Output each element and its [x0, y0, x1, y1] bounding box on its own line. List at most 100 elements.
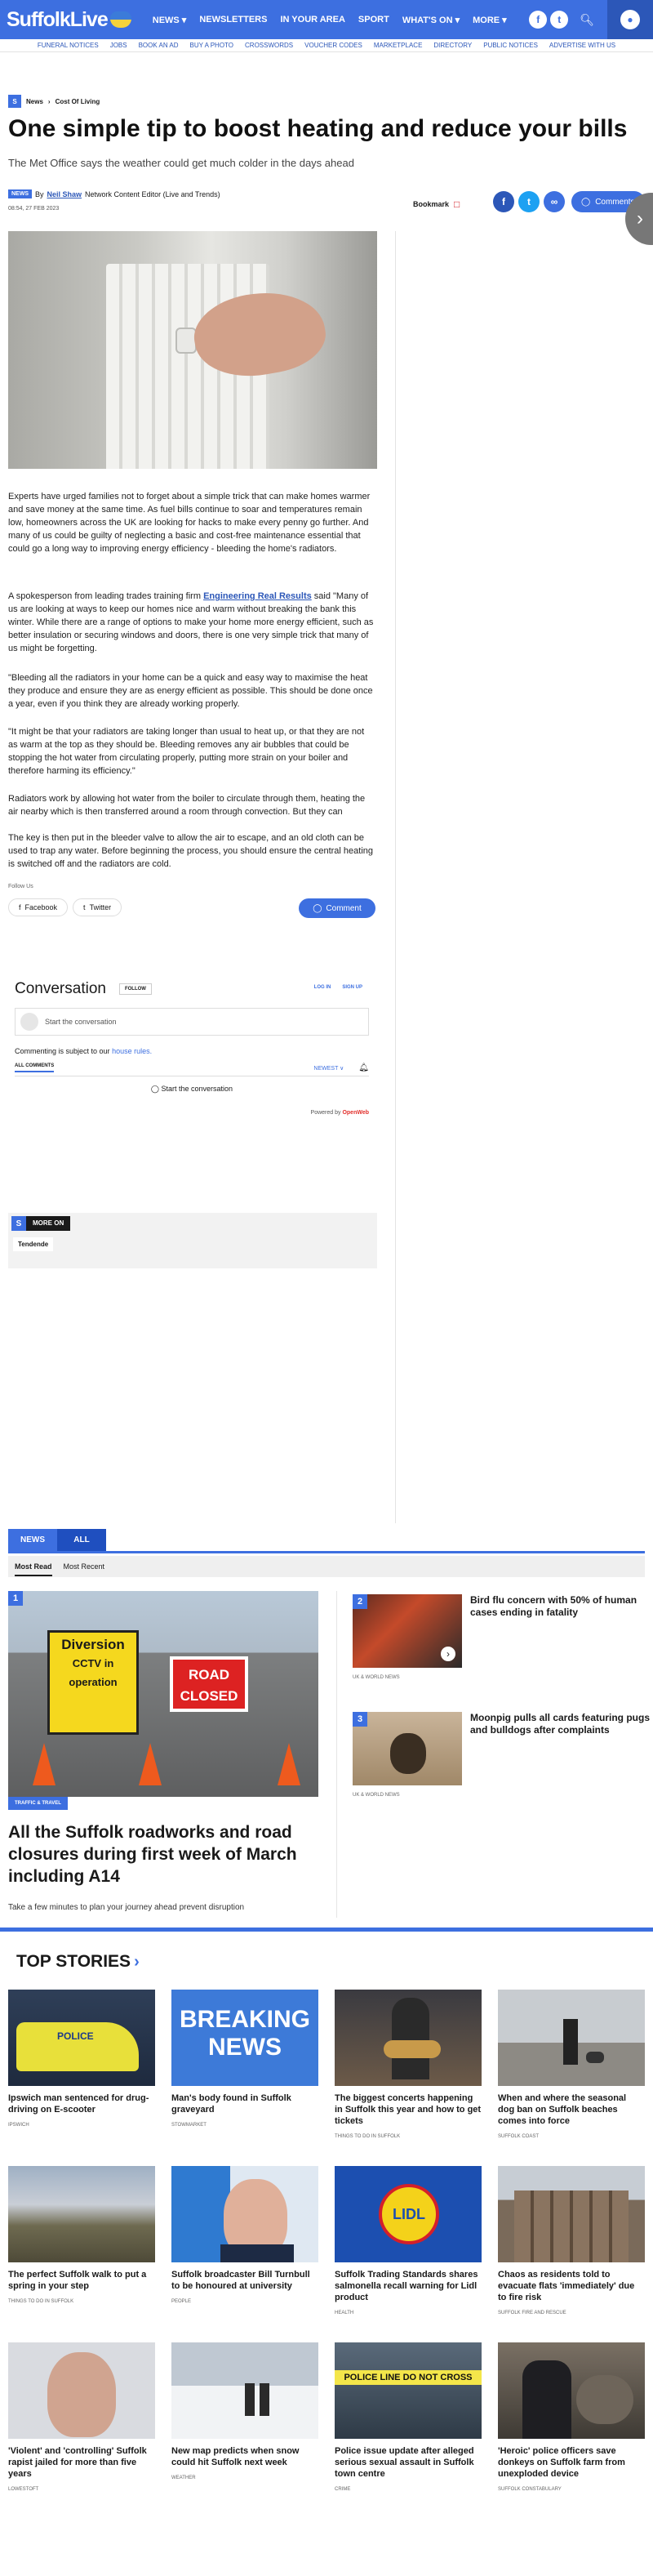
tab-news[interactable]: NEWS [8, 1529, 57, 1551]
story-category[interactable]: THINGS TO DO IN SUFFOLK [8, 2298, 155, 2305]
top-story-card[interactable]: The biggest concerts happening in Suffol… [335, 1990, 482, 2140]
story-category[interactable]: UK & WORLD NEWS [353, 1674, 418, 1681]
story-title[interactable]: The perfect Suffolk walk to put a spring… [8, 2269, 155, 2292]
story-title[interactable]: Bird flu concern with 50% of human cases… [470, 1594, 650, 1619]
nav-in-your-area[interactable]: IN YOUR AREA [273, 15, 351, 25]
account-button[interactable]: ● [607, 0, 653, 39]
story-title[interactable]: Police issue update after alleged seriou… [335, 2445, 482, 2480]
all-comments-tab[interactable]: ALL COMMENTS [15, 1063, 55, 1072]
story-category[interactable]: WEATHER [171, 2475, 318, 2481]
subnav-public-notices[interactable]: PUBLIC NOTICES [483, 39, 538, 51]
subnav-directory[interactable]: DIRECTORY [433, 39, 472, 51]
tab-most-read[interactable]: Most Read [15, 1562, 52, 1576]
news-tag[interactable]: NEWS [8, 189, 32, 198]
subnav-funeral-notices[interactable]: FUNERAL NOTICES [38, 39, 99, 51]
story-title[interactable]: New map predicts when snow could hit Suf… [171, 2445, 318, 2468]
story-category[interactable]: PEOPLE [171, 2298, 318, 2305]
top-story-card[interactable]: 'Heroic' police officers save donkeys on… [498, 2342, 645, 2493]
twitter-icon[interactable]: t [550, 11, 569, 29]
top-story-card[interactable]: BREAKING NEWS Man's body found in Suffol… [171, 1990, 318, 2128]
top-story-card[interactable]: The perfect Suffolk walk to put a spring… [8, 2166, 155, 2305]
story-title[interactable]: 'Violent' and 'controlling' Suffolk rapi… [8, 2445, 155, 2480]
story-category[interactable]: HEALTH [335, 2310, 482, 2316]
comment-button[interactable]: ◯ Comment [299, 898, 375, 918]
story-title[interactable]: Suffolk broadcaster Bill Turnbull to be … [171, 2269, 318, 2292]
facebook-button[interactable]: f Facebook [8, 898, 69, 916]
subnav-crosswords[interactable]: CROSSWORDS [245, 39, 293, 51]
tab-all[interactable]: ALL [57, 1529, 106, 1551]
subnav-jobs[interactable]: JOBS [110, 39, 127, 51]
article-title: One simple tip to boost heating and redu… [8, 115, 628, 142]
share-link-icon[interactable]: ∞ [544, 191, 565, 212]
site-logo[interactable]: SuffolkLive [7, 8, 131, 32]
story-title[interactable]: Chaos as residents told to evacuate flat… [498, 2269, 645, 2303]
facebook-icon[interactable]: f [529, 11, 548, 29]
lead-story-title[interactable]: All the Suffolk roadworks and road closu… [8, 1821, 318, 1887]
top-story-card[interactable]: Chaos as residents told to evacuate flat… [498, 2166, 645, 2316]
story-category[interactable]: SUFFOLK CONSTABULARY [498, 2486, 645, 2493]
top-story-card[interactable]: Suffolk broadcaster Bill Turnbull to be … [171, 2166, 318, 2305]
openweb-logo[interactable]: OpenWeb [342, 1110, 369, 1116]
subnav-book-an-ad[interactable]: BOOK AN AD [139, 39, 179, 51]
subnav-voucher-codes[interactable]: VOUCHER CODES [304, 39, 362, 51]
lead-story-image[interactable]: 1 Diversion CCTV in operation ROAD CLOSED [8, 1591, 318, 1797]
more-on-tag[interactable]: Tendende [13, 1237, 54, 1251]
bell-icon[interactable]: 🔔︎ [358, 1063, 369, 1072]
start-conversation-button[interactable]: ◯ Start the conversation [15, 1085, 369, 1094]
top-story-card[interactable]: When and where the seasonal dog ban on S… [498, 1990, 645, 2140]
traffic-travel-tag[interactable]: TRAFFIC & TRAVEL [8, 1797, 68, 1810]
lead-story-desc: Take a few minutes to plan your journey … [8, 1903, 245, 1912]
subnav-buy-a-photo[interactable]: BUY A PHOTO [190, 39, 234, 51]
story-title[interactable]: The biggest concerts happening in Suffol… [335, 2092, 482, 2127]
story-thumbnail [498, 2342, 645, 2439]
house-rules-link[interactable]: house rules. [112, 1047, 152, 1055]
story-category[interactable]: CRIME [335, 2486, 482, 2493]
story-category[interactable]: IPSWICH [8, 2122, 155, 2128]
nav-sport[interactable]: SPORT [352, 15, 396, 25]
tab-most-recent[interactable]: Most Recent [64, 1562, 105, 1571]
story-category[interactable]: UK & WORLD NEWS [353, 1792, 418, 1798]
story-title[interactable]: Man's body found in Suffolk graveyard [171, 2092, 318, 2115]
follow-button[interactable]: FOLLOW [118, 983, 152, 995]
facebook-icon: f [19, 903, 21, 911]
top-story-card[interactable]: POLICE LINE DO NOT CROSS Police issue up… [335, 2342, 482, 2493]
story-category[interactable]: STOWMARKET [171, 2122, 318, 2128]
nav-newsletters[interactable]: NEWSLETTERS [193, 15, 273, 25]
nav-whats-on[interactable]: WHAT'S ON ▾ [396, 15, 466, 25]
sort-newest-dropdown[interactable]: NEWEST ∨ [313, 1065, 344, 1072]
story-category[interactable]: LOWESTOFT [8, 2486, 155, 2493]
share-twitter-icon[interactable]: t [518, 191, 540, 212]
author-link[interactable]: Neil Shaw [47, 190, 82, 198]
byline: NEWS By Neil Shaw Network Content Editor… [8, 189, 220, 198]
signup-link[interactable]: SIGN UP [342, 985, 362, 990]
nav-more[interactable]: MORE ▾ [466, 15, 513, 25]
story-title[interactable]: Moonpig pulls all cards featuring pugs a… [470, 1712, 650, 1736]
top-story-card[interactable]: New map predicts when snow could hit Suf… [171, 2342, 318, 2481]
most-read-item[interactable]: 3 Moonpig pulls all cards featuring pugs… [353, 1712, 650, 1798]
story-title[interactable]: Suffolk Trading Standards shares salmone… [335, 2269, 482, 2303]
story-category[interactable]: SUFFOLK COAST [498, 2133, 645, 2140]
nav-news[interactable]: NEWS ▾ [146, 15, 193, 25]
twitter-button[interactable]: t Twitter [73, 898, 122, 916]
top-story-card[interactable]: LIDL Suffolk Trading Standards shares sa… [335, 2166, 482, 2316]
story-category[interactable]: SUFFOLK FIRE AND RESCUE [498, 2310, 645, 2316]
engineering-real-results-link[interactable]: Engineering Real Results [203, 591, 312, 601]
story-title[interactable]: Ipswich man sentenced for drug-driving o… [8, 2092, 155, 2115]
story-title[interactable]: 'Heroic' police officers save donkeys on… [498, 2445, 645, 2480]
breadcrumb-cost-of-living[interactable]: Cost Of Living [56, 98, 100, 105]
story-title[interactable]: When and where the seasonal dog ban on S… [498, 2092, 645, 2127]
breadcrumb-news[interactable]: News [26, 98, 43, 105]
search-icon[interactable]: 🔍︎ [580, 13, 594, 27]
subnav-marketplace[interactable]: MARKETPLACE [374, 39, 423, 51]
share-facebook-icon[interactable]: f [493, 191, 514, 212]
breadcrumb: S News › Cost Of Living [8, 95, 100, 108]
conversation-input[interactable]: Start the conversation [15, 1008, 369, 1036]
bookmark-button[interactable]: Bookmark □ [413, 198, 460, 210]
most-read-item[interactable]: 2 › Bird flu concern with 50% of human c… [353, 1594, 646, 1681]
top-stories-heading[interactable]: TOP STORIES › [16, 1952, 140, 1972]
story-category[interactable]: THINGS TO DO IN SUFFOLK [335, 2133, 482, 2140]
subnav-advertise[interactable]: ADVERTISE WITH US [549, 39, 615, 51]
login-link[interactable]: LOG IN [314, 985, 331, 990]
top-story-card[interactable]: POLICE Ipswich man sentenced for drug-dr… [8, 1990, 155, 2128]
top-story-card[interactable]: 'Violent' and 'controlling' Suffolk rapi… [8, 2342, 155, 2493]
